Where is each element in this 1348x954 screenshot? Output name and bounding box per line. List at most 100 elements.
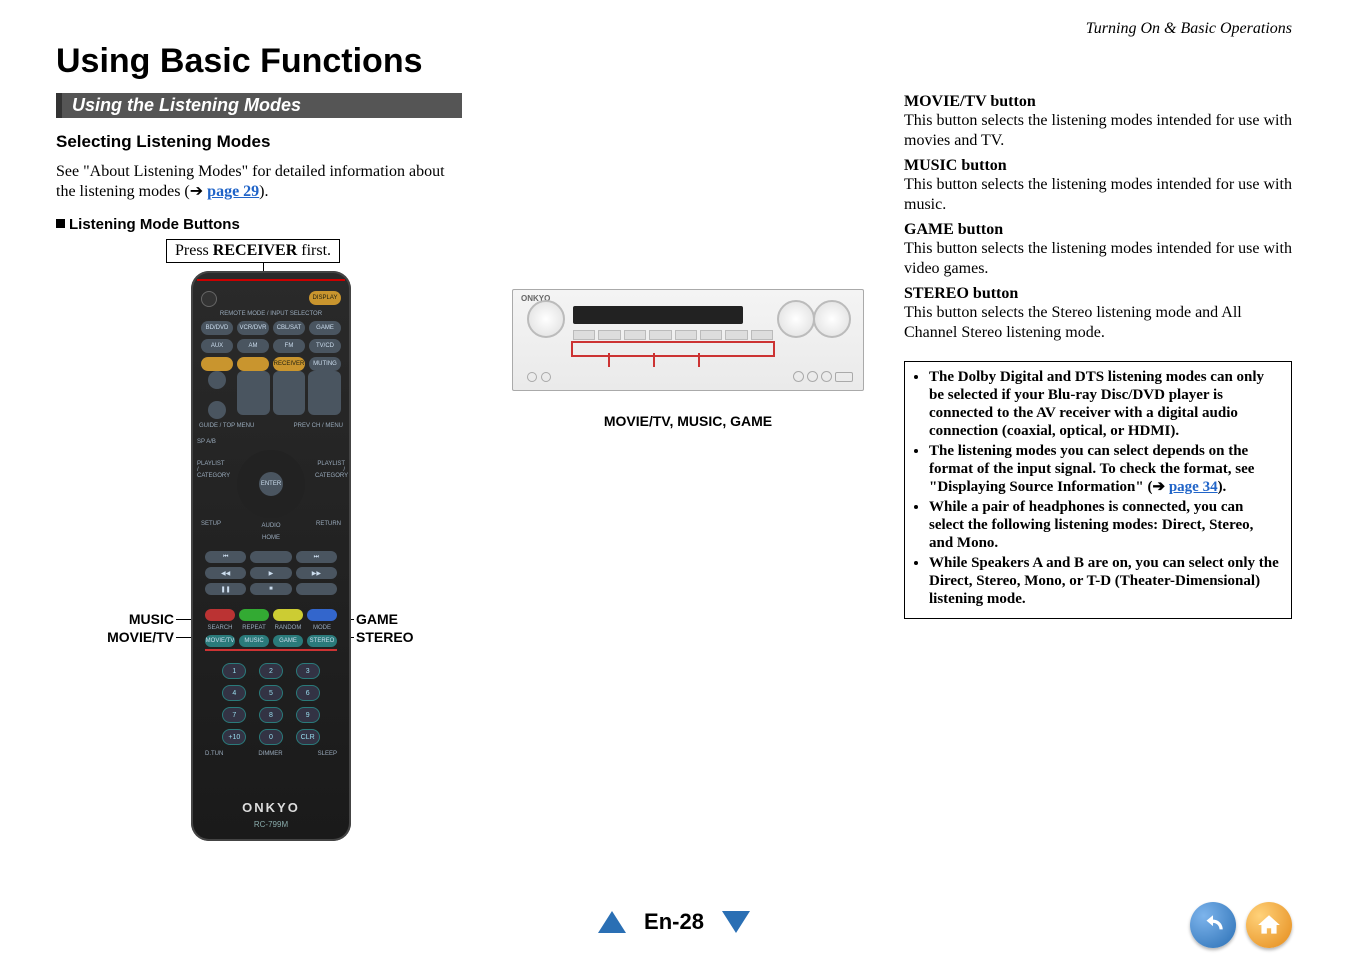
page-number: En-28 xyxy=(644,909,704,935)
note-2-tail: ). xyxy=(1218,479,1227,495)
listening-mode-buttons-heading: Listening Mode Buttons xyxy=(56,216,462,233)
pause-button: ❚❚ xyxy=(205,583,246,595)
press-suffix: first. xyxy=(297,242,331,259)
return-label: RETURN xyxy=(316,521,341,527)
enter-button: ENTER xyxy=(259,472,283,496)
next-page-icon[interactable] xyxy=(722,911,750,933)
skip-back-button: ⏮ xyxy=(205,551,246,563)
num-plus10: +10 xyxy=(222,729,246,745)
ch-rocker xyxy=(237,371,270,415)
guide-label: GUIDE / TOP MENU xyxy=(199,423,254,429)
play-button-t xyxy=(250,551,291,563)
num-3: 3 xyxy=(296,663,320,679)
num-6: 6 xyxy=(296,685,320,701)
desc-movietv: This button selects the listening modes … xyxy=(904,111,1292,151)
muting-button: MUTING xyxy=(309,357,341,371)
red-color-button xyxy=(205,609,235,621)
avr-btn xyxy=(751,330,773,340)
avr-display xyxy=(573,306,743,324)
mode-upper-labels: SEARCH REPEAT RANDOM MODE xyxy=(205,625,337,631)
aux-button: AUX xyxy=(201,339,233,353)
term-music: MUSIC button xyxy=(904,157,1292,175)
avr-btn xyxy=(649,330,671,340)
dtun-label: D.TUN xyxy=(205,751,223,757)
mode-label: MODE xyxy=(307,625,337,631)
avr-btn xyxy=(725,330,747,340)
repeat-label: REPEAT xyxy=(239,625,269,631)
intro-text-2: ). xyxy=(259,183,268,200)
sub-heading: Selecting Listening Modes xyxy=(56,132,462,152)
left-column: Using the Listening Modes Selecting List… xyxy=(56,93,462,865)
num-4: 4 xyxy=(222,685,246,701)
remote-mid-block xyxy=(201,371,341,441)
bottom-labels: D.TUN DIMMER SLEEP xyxy=(205,751,337,757)
rec-button xyxy=(296,583,337,595)
rew-button: ◀◀ xyxy=(205,567,246,579)
avr-button-row xyxy=(573,330,773,340)
plus-left xyxy=(208,371,226,389)
avr-btn xyxy=(675,330,697,340)
num-clr: CLR xyxy=(296,729,320,745)
note-3: While a pair of headphones is connected,… xyxy=(929,498,1281,552)
definitions: MOVIE/TV button This button selects the … xyxy=(904,93,1292,343)
note-1-text: The Dolby Digital and DTS listening mode… xyxy=(929,369,1264,439)
right-column: MOVIE/TV button This button selects the … xyxy=(904,93,1292,865)
term-movietv: MOVIE/TV button xyxy=(904,93,1292,111)
back-arrow-icon xyxy=(1200,912,1226,938)
ff-button: ▶▶ xyxy=(296,567,337,579)
dpad: ENTER xyxy=(237,450,305,518)
avr-caption: MOVIE/TV, MUSIC, GAME xyxy=(512,413,864,429)
power-button xyxy=(201,291,217,307)
power-knob xyxy=(527,300,565,338)
mode-row: MOVIE/TV MUSIC GAME STEREO xyxy=(205,635,337,647)
vol-rocker xyxy=(308,371,341,415)
callout-stereo: STEREO xyxy=(356,629,414,645)
stereo-mode-button: STEREO xyxy=(307,635,337,647)
listening-mode-buttons-label: Listening Mode Buttons xyxy=(69,216,240,233)
transport-row: ⏮ ⏭ ◀◀ ▶ ▶▶ ❚❚ ■ xyxy=(205,551,337,595)
bddvd-button: BD/DVD xyxy=(201,321,233,335)
home-button[interactable] xyxy=(1246,902,1292,948)
disc-album-rocker xyxy=(273,371,306,415)
movietv-mode-button: MOVIE/TV xyxy=(205,635,235,647)
spacer xyxy=(237,291,305,307)
note-4-text: While Speakers A and B are on, you can s… xyxy=(929,555,1279,607)
page-29-link[interactable]: page 29 xyxy=(207,183,259,200)
prev-page-icon[interactable] xyxy=(598,911,626,933)
music-mode-button: MUSIC xyxy=(239,635,269,647)
am-button: AM xyxy=(237,339,269,353)
num-1: 1 xyxy=(222,663,246,679)
nav-icons xyxy=(1190,902,1292,948)
avr-front-panel: ONKYO xyxy=(512,289,864,391)
avr-leader-1 xyxy=(608,353,610,367)
green-color-button xyxy=(239,609,269,621)
num-5: 5 xyxy=(259,685,283,701)
note-2: The listening modes you can select depen… xyxy=(929,442,1281,496)
receiver-button: RECEIVER xyxy=(273,357,305,371)
section-bar: Using the Listening Modes xyxy=(56,93,462,118)
playlist-right-label: PLAYLIST / CATEGORY xyxy=(315,461,345,479)
content-columns: Using the Listening Modes Selecting List… xyxy=(56,93,1292,865)
square-bullet-icon xyxy=(56,219,65,228)
callout-movietv: MOVIE/TV xyxy=(70,629,174,645)
page-34-link[interactable]: page 34 xyxy=(1169,479,1218,495)
mode-row-underline xyxy=(205,649,337,651)
notes-box: The Dolby Digital and DTS listening mode… xyxy=(904,361,1292,619)
numpad: 1 2 3 4 5 6 7 8 9 +10 0 CLR xyxy=(219,663,323,745)
play-button: ▶ xyxy=(250,567,291,579)
color-row xyxy=(205,609,337,621)
selector-label: REMOTE MODE / INPUT SELECTOR xyxy=(201,311,341,317)
home-label: HOME xyxy=(191,535,351,541)
back-button[interactable] xyxy=(1190,902,1236,948)
avr-highlight-box xyxy=(571,341,775,357)
spab-label: SP A/B xyxy=(197,439,216,445)
num-9: 9 xyxy=(296,707,320,723)
page: Turning On & Basic Operations Using Basi… xyxy=(0,0,1348,954)
num-0: 0 xyxy=(259,729,283,745)
press-receiver-box: Press RECEIVER first. xyxy=(166,239,340,263)
avr-leader-2 xyxy=(653,353,655,367)
page-title: Using Basic Functions xyxy=(56,42,1292,81)
num-7: 7 xyxy=(222,707,246,723)
avr-leader-3 xyxy=(698,353,700,367)
remote-model: RC-799M xyxy=(191,820,351,829)
